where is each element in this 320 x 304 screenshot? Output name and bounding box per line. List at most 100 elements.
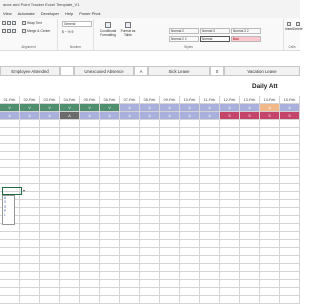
empty-cell[interactable]	[60, 152, 80, 160]
merge-center-button[interactable]: Merge & Center	[22, 29, 50, 33]
empty-cell[interactable]	[260, 256, 280, 264]
empty-cell[interactable]	[280, 136, 300, 144]
empty-cell[interactable]	[180, 184, 200, 192]
empty-cell[interactable]	[40, 272, 60, 280]
empty-cell[interactable]	[60, 296, 80, 304]
empty-cell[interactable]	[40, 208, 60, 216]
empty-cell[interactable]	[240, 264, 260, 272]
attendance-cell[interactable]: V	[80, 104, 100, 112]
empty-cell[interactable]	[100, 288, 120, 296]
empty-cell[interactable]	[80, 208, 100, 216]
empty-cell[interactable]	[160, 128, 180, 136]
empty-cell[interactable]	[140, 272, 160, 280]
empty-cell[interactable]	[60, 216, 80, 224]
empty-cell[interactable]	[220, 208, 240, 216]
attendance-cell[interactable]: S	[240, 112, 260, 120]
empty-cell[interactable]	[80, 152, 100, 160]
empty-cell[interactable]	[180, 168, 200, 176]
empty-cell[interactable]	[240, 296, 260, 304]
empty-cell[interactable]	[160, 224, 180, 232]
empty-cell[interactable]	[20, 216, 40, 224]
attendance-cell[interactable]: A	[220, 104, 240, 112]
empty-cell[interactable]	[180, 152, 200, 160]
empty-cell[interactable]	[260, 208, 280, 216]
empty-cell[interactable]	[80, 128, 100, 136]
empty-cell[interactable]	[20, 288, 40, 296]
empty-cell[interactable]	[140, 192, 160, 200]
empty-cell[interactable]	[80, 168, 100, 176]
empty-cell[interactable]	[260, 296, 280, 304]
attendance-cell[interactable]: S	[260, 112, 280, 120]
empty-cell[interactable]	[100, 144, 120, 152]
empty-cell[interactable]	[240, 168, 260, 176]
empty-cell[interactable]	[0, 168, 20, 176]
style-bad[interactable]: Bad	[231, 36, 261, 42]
empty-cell[interactable]	[220, 288, 240, 296]
empty-cell[interactable]	[60, 280, 80, 288]
empty-cell[interactable]	[260, 224, 280, 232]
empty-cell[interactable]	[220, 232, 240, 240]
empty-cell[interactable]	[120, 248, 140, 256]
empty-cell[interactable]	[220, 192, 240, 200]
empty-cell[interactable]	[280, 208, 300, 216]
empty-cell[interactable]	[80, 176, 100, 184]
empty-cell[interactable]	[220, 128, 240, 136]
number-format-buttons[interactable]: $ ~ % 9	[62, 30, 73, 34]
empty-cell[interactable]	[240, 176, 260, 184]
empty-cell[interactable]	[0, 288, 20, 296]
empty-cell[interactable]	[240, 160, 260, 168]
empty-cell[interactable]	[120, 192, 140, 200]
empty-cell[interactable]	[40, 184, 60, 192]
empty-cell[interactable]	[140, 152, 160, 160]
empty-cell[interactable]	[100, 128, 120, 136]
empty-cell[interactable]	[80, 248, 100, 256]
empty-cell[interactable]	[20, 144, 40, 152]
empty-cell[interactable]	[40, 256, 60, 264]
empty-cell[interactable]	[180, 272, 200, 280]
empty-cell[interactable]	[20, 296, 40, 304]
empty-cell[interactable]	[160, 136, 180, 144]
empty-cell[interactable]	[20, 136, 40, 144]
empty-cell[interactable]	[200, 224, 220, 232]
date-header-cell[interactable]: 06-Feb	[100, 96, 120, 104]
attendance-cell[interactable]: A	[100, 112, 120, 120]
empty-cell[interactable]	[120, 144, 140, 152]
empty-cell[interactable]	[40, 128, 60, 136]
empty-cell[interactable]	[140, 128, 160, 136]
attendance-cell[interactable]: A	[80, 112, 100, 120]
attendance-cell[interactable]: A	[20, 112, 40, 120]
empty-cell[interactable]	[0, 272, 20, 280]
empty-cell[interactable]	[220, 160, 240, 168]
empty-cell[interactable]	[260, 128, 280, 136]
dropdown-arrow-icon[interactable]: ▾	[23, 188, 25, 193]
attendance-cell[interactable]: A	[180, 112, 200, 120]
date-header-cell[interactable]: 11-Feb	[200, 96, 220, 104]
empty-cell[interactable]	[20, 208, 40, 216]
empty-cell[interactable]	[60, 184, 80, 192]
empty-cell[interactable]	[80, 136, 100, 144]
empty-cell[interactable]	[260, 176, 280, 184]
empty-cell[interactable]	[200, 144, 220, 152]
empty-cell[interactable]	[100, 208, 120, 216]
attendance-cell[interactable]: A	[240, 104, 260, 112]
empty-cell[interactable]	[60, 120, 80, 128]
empty-cell[interactable]	[40, 136, 60, 144]
empty-cell[interactable]	[80, 240, 100, 248]
empty-cell[interactable]	[120, 208, 140, 216]
empty-cell[interactable]	[180, 224, 200, 232]
empty-cell[interactable]	[180, 216, 200, 224]
empty-cell[interactable]	[140, 184, 160, 192]
empty-cell[interactable]	[160, 240, 180, 248]
empty-cell[interactable]	[40, 144, 60, 152]
empty-cell[interactable]	[100, 192, 120, 200]
empty-cell[interactable]	[120, 240, 140, 248]
empty-cell[interactable]	[200, 168, 220, 176]
empty-cell[interactable]	[140, 176, 160, 184]
attendance-cell[interactable]: A	[0, 112, 20, 120]
empty-cell[interactable]	[120, 224, 140, 232]
empty-cell[interactable]	[140, 168, 160, 176]
empty-cell[interactable]	[280, 176, 300, 184]
empty-cell[interactable]	[200, 272, 220, 280]
empty-cell[interactable]	[100, 152, 120, 160]
empty-cell[interactable]	[80, 144, 100, 152]
